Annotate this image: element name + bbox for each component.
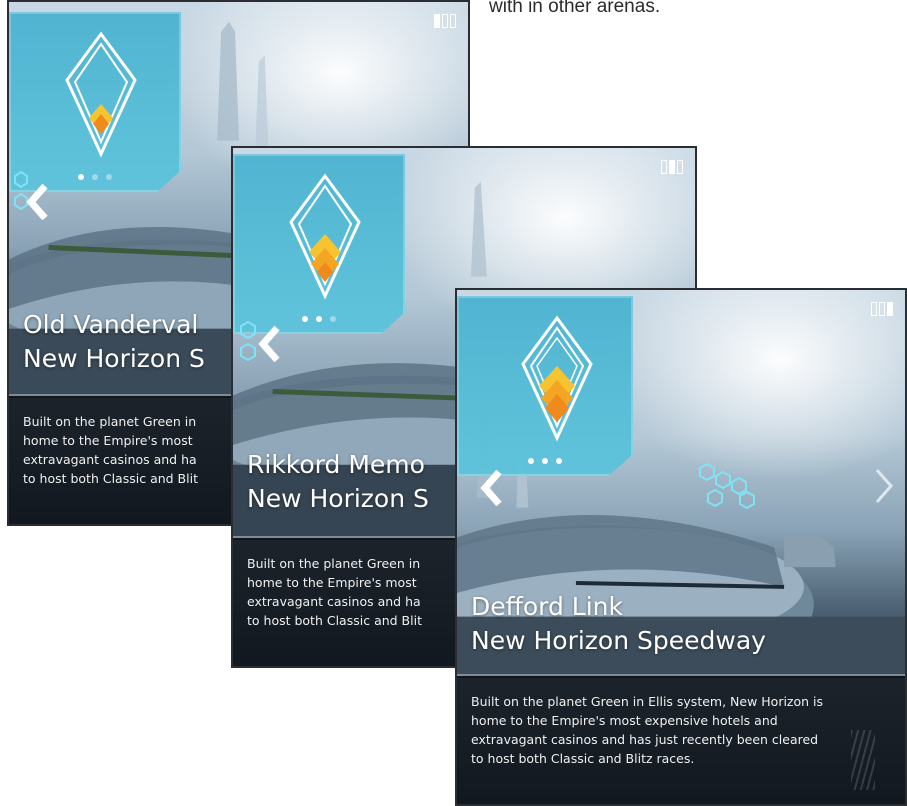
track-preview-image: Defford Link New Horizon Speedway (457, 290, 905, 676)
carousel-dot[interactable] (556, 458, 562, 464)
rank-emblem-icon (289, 173, 361, 300)
caption-text: with in other arenas. (489, 0, 661, 17)
carousel-dot[interactable] (542, 458, 548, 464)
track-description: Built on the planet Green in Ellis syste… (457, 678, 905, 804)
carousel-dot[interactable] (92, 174, 98, 180)
track-title: Defford Link New Horizon Speedway (471, 592, 766, 655)
carousel-dot[interactable] (106, 174, 112, 180)
rank-banner (457, 296, 633, 476)
chevron-left-icon (258, 325, 280, 363)
page-indicator (661, 160, 683, 174)
carousel-dots (9, 174, 181, 180)
chevron-right-icon (875, 469, 893, 503)
rank-emblem-icon (521, 315, 593, 442)
hex-cluster-icon (699, 462, 755, 510)
carousel-dot[interactable] (78, 174, 84, 180)
chevron-left-icon (26, 183, 48, 221)
previous-track-button[interactable] (255, 324, 285, 364)
previous-track-button[interactable] (23, 182, 53, 222)
chevron-left-icon (480, 469, 502, 507)
rank-banner (9, 12, 181, 192)
previous-track-button[interactable] (477, 468, 507, 508)
rank-banner (233, 154, 405, 334)
track-card-3: Defford Link New Horizon Speedway Built … (455, 288, 907, 806)
carousel-dot[interactable] (316, 316, 322, 322)
carousel-dots (457, 458, 633, 464)
carousel-dot[interactable] (302, 316, 308, 322)
page-indicator (871, 302, 893, 316)
carousel-dot[interactable] (330, 316, 336, 322)
rank-emblem-icon (65, 31, 137, 158)
carousel-dot[interactable] (528, 458, 534, 464)
page-indicator (434, 14, 456, 28)
next-track-button[interactable] (869, 466, 899, 506)
